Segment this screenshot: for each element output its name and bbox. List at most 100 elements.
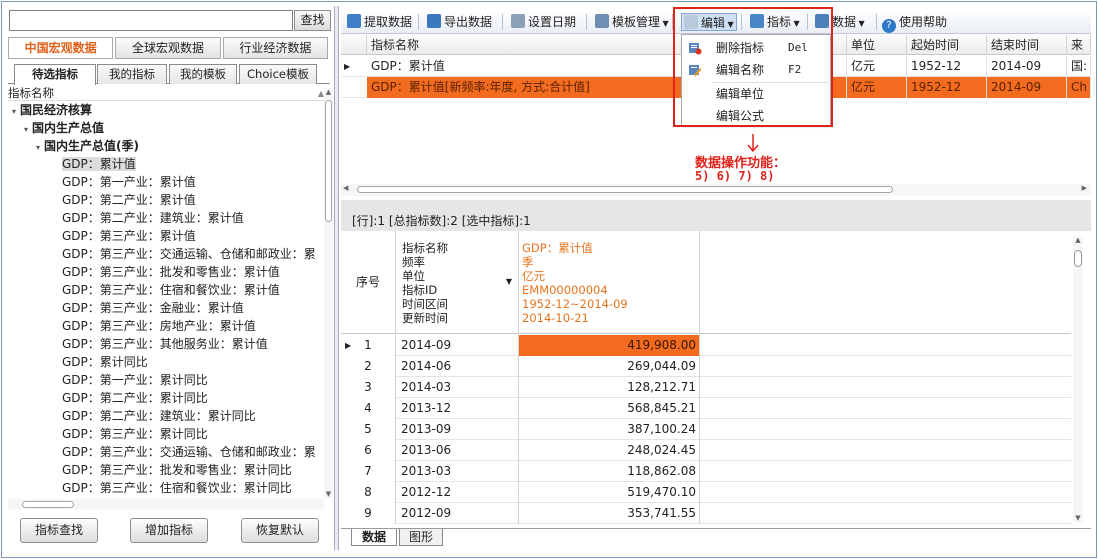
cell-end[interactable]: 2014-09 [987, 56, 1067, 77]
col-header-unit[interactable]: 单位 [847, 35, 907, 55]
cell-date[interactable]: 2013-12 [397, 398, 519, 419]
restore-default-button[interactable]: 恢复默认 [241, 518, 319, 543]
tree-leaf-node[interactable]: GDP：第二产业：建筑业：累计值 [8, 209, 324, 227]
table-row[interactable]: 9 2012-09 353,741.55 [341, 503, 1071, 524]
table-row[interactable]: 7 2013-03 118,862.08 [341, 461, 1071, 482]
tree-leaf-node[interactable]: GDP：第三产业：累计值 [8, 227, 324, 245]
table-row[interactable]: 2 2014-06 269,044.09 [341, 356, 1071, 377]
tree-leaf-node[interactable]: GDP：第三产业：房地产业：累计值 [8, 317, 324, 335]
table-row[interactable]: 6 2013-06 248,024.45 [341, 440, 1071, 461]
grid-horizontal-scrollbar[interactable]: ◀ ▶ [341, 184, 1091, 196]
cell-value[interactable]: 519,470.10 [519, 482, 700, 503]
export-data-button[interactable]: 导出数据 [427, 13, 492, 31]
scrollbar-thumb[interactable] [1074, 250, 1082, 267]
tree-leaf-node[interactable]: GDP：第三产业：住宿和餐饮业：累计同比 [8, 479, 324, 495]
tree-leaf-node[interactable]: GDP：第三产业：交通运输、仓储和邮政业：累 [8, 443, 324, 461]
tree-leaf-node[interactable]: GDP：第三产业：批发和零售业：累计值 [8, 263, 324, 281]
scroll-down-icon[interactable]: ▼ [324, 490, 333, 498]
cell-value[interactable]: 128,212.71 [519, 377, 700, 398]
cell-source[interactable]: 国: [1067, 56, 1091, 77]
cell-start[interactable]: 1952-12 [907, 56, 987, 77]
scroll-up-icon[interactable]: ▲ [324, 88, 333, 96]
cell-source[interactable]: Ch [1067, 77, 1091, 98]
tab-choice-templates[interactable]: Choice模板 [239, 64, 317, 84]
tree-header[interactable]: 指标名称 ▲ [8, 86, 324, 101]
cell-date[interactable]: 2014-06 [397, 356, 519, 377]
cell-unit[interactable]: 亿元 [847, 77, 907, 98]
series-header[interactable]: GDP：累计值 季 亿元 EMM00000004 1952-12~2014-09… [519, 231, 700, 334]
tree-leaf-node[interactable]: GDP：第三产业：批发和零售业：累计同比 [8, 461, 324, 479]
tree-leaf-node[interactable]: GDP：第三产业：住宿和餐饮业：累计值 [8, 281, 324, 299]
tree-leaf-node[interactable]: GDP：第一产业：累计同比 [8, 371, 324, 389]
expand-toggle-icon[interactable]: ▾ [20, 121, 32, 137]
tab-china-macro[interactable]: 中国宏观数据 [8, 37, 114, 59]
tree-leaf-node[interactable]: GDP：累计值 [8, 155, 324, 173]
cell-start[interactable]: 1952-12 [907, 77, 987, 98]
table-row[interactable]: 1 2014-09 419,908.00 ▶ [341, 335, 1071, 356]
tree-leaf-node[interactable]: GDP：第三产业：金融业：累计值 [8, 299, 324, 317]
cell-date[interactable]: 2013-03 [397, 461, 519, 482]
cell-date[interactable]: 2013-09 [397, 419, 519, 440]
expand-toggle-icon[interactable]: ▾ [8, 103, 20, 119]
cell-value[interactable]: 568,845.21 [519, 398, 700, 419]
table-row[interactable]: 4 2013-12 568,845.21 [341, 398, 1071, 419]
tree-leaf-node[interactable]: GDP：第二产业：累计值 [8, 191, 324, 209]
attribute-labels[interactable]: 指标名称 频率 单位 指标ID 时间区间 更新时间 ▼ [397, 231, 519, 334]
help-button[interactable]: ? 使用帮助 [882, 13, 947, 33]
cell-date[interactable]: 2014-03 [397, 377, 519, 398]
tab-data[interactable]: 数据 [351, 529, 397, 546]
table-row[interactable]: 5 2013-09 387,100.24 [341, 419, 1071, 440]
cell-value[interactable]: 419,908.00 [519, 335, 700, 356]
cell-date[interactable]: 2013-06 [397, 440, 519, 461]
cell-date[interactable]: 2012-12 [397, 482, 519, 503]
set-date-button[interactable]: 设置日期 [511, 13, 576, 31]
expand-toggle-icon[interactable]: ▾ [32, 139, 44, 155]
scrollbar-thumb[interactable] [357, 186, 893, 193]
tab-my-indicators[interactable]: 我的指标 [97, 64, 167, 84]
tab-candidate-indicators[interactable]: 待选指标 [14, 64, 96, 85]
cell-value[interactable]: 353,741.55 [519, 503, 700, 524]
template-manage-button[interactable]: 模板管理 ▼ [595, 13, 669, 31]
pane-splitter[interactable] [334, 6, 339, 550]
scroll-down-icon[interactable]: ▼ [1073, 514, 1083, 522]
tree-leaf-node[interactable]: GDP：第三产业：其他服务业：累计值 [8, 335, 324, 353]
cell-value[interactable]: 387,100.24 [519, 419, 700, 440]
tree-leaf-node[interactable]: GDP：累计同比 [8, 353, 324, 371]
cell-end[interactable]: 2014-09 [987, 77, 1067, 98]
tab-industry-economy[interactable]: 行业经济数据 [222, 37, 328, 59]
tree-group-node[interactable]: ▾ 国内生产总值(季) [8, 137, 324, 155]
tree-leaf-node[interactable]: GDP：第一产业：累计值 [8, 173, 324, 191]
tree-group-node[interactable]: ▾ 国民经济核算 [8, 101, 324, 119]
cell-value[interactable]: 118,862.08 [519, 461, 700, 482]
tree-leaf-node[interactable]: GDP：第三产业：累计同比 [8, 425, 324, 443]
tree-group-node[interactable]: ▾ 国内生产总值 [8, 119, 324, 137]
dropdown-arrow-icon[interactable]: ▼ [506, 275, 512, 289]
col-header-source[interactable]: 来 [1067, 35, 1091, 55]
scroll-right-icon[interactable]: ▶ [1082, 184, 1087, 192]
find-indicator-button[interactable]: 指标查找 [20, 518, 98, 543]
cell-date[interactable]: 2014-09 [397, 335, 519, 356]
col-header-end[interactable]: 结束时间 [987, 35, 1067, 55]
scroll-left-icon[interactable]: ◀ [343, 184, 348, 192]
table-row[interactable]: 8 2012-12 519,470.10 [341, 482, 1071, 503]
tree-leaf-node[interactable]: GDP：第二产业：建筑业：累计同比 [8, 407, 324, 425]
tree-vertical-scrollbar[interactable]: ▲ ▼ [324, 88, 333, 498]
col-header-start[interactable]: 起始时间 [907, 35, 987, 55]
tree-leaf-node[interactable]: GDP：第三产业：交通运输、仓储和邮政业：累 [8, 245, 324, 263]
tree-horizontal-scrollbar[interactable] [8, 499, 324, 509]
tree-leaf-node[interactable]: GDP：第二产业：累计同比 [8, 389, 324, 407]
tab-my-templates[interactable]: 我的模板 [169, 64, 237, 84]
cell-unit[interactable]: 亿元 [847, 56, 907, 77]
cell-date[interactable]: 2012-09 [397, 503, 519, 524]
add-indicator-button[interactable]: 增加指标 [130, 518, 208, 543]
tab-chart[interactable]: 图形 [399, 529, 443, 546]
data-vertical-scrollbar[interactable]: ▲ ▼ [1073, 236, 1083, 522]
scroll-up-icon[interactable]: ▲ [1073, 236, 1083, 244]
table-row[interactable]: 3 2014-03 128,212.71 [341, 377, 1071, 398]
search-button[interactable]: 查找 [294, 10, 331, 31]
cell-value[interactable]: 269,044.09 [519, 356, 700, 377]
cell-value[interactable]: 248,024.45 [519, 440, 700, 461]
scrollbar-thumb[interactable] [22, 501, 74, 508]
scrollbar-thumb[interactable] [325, 100, 332, 222]
extract-data-button[interactable]: 提取数据 [347, 13, 412, 31]
